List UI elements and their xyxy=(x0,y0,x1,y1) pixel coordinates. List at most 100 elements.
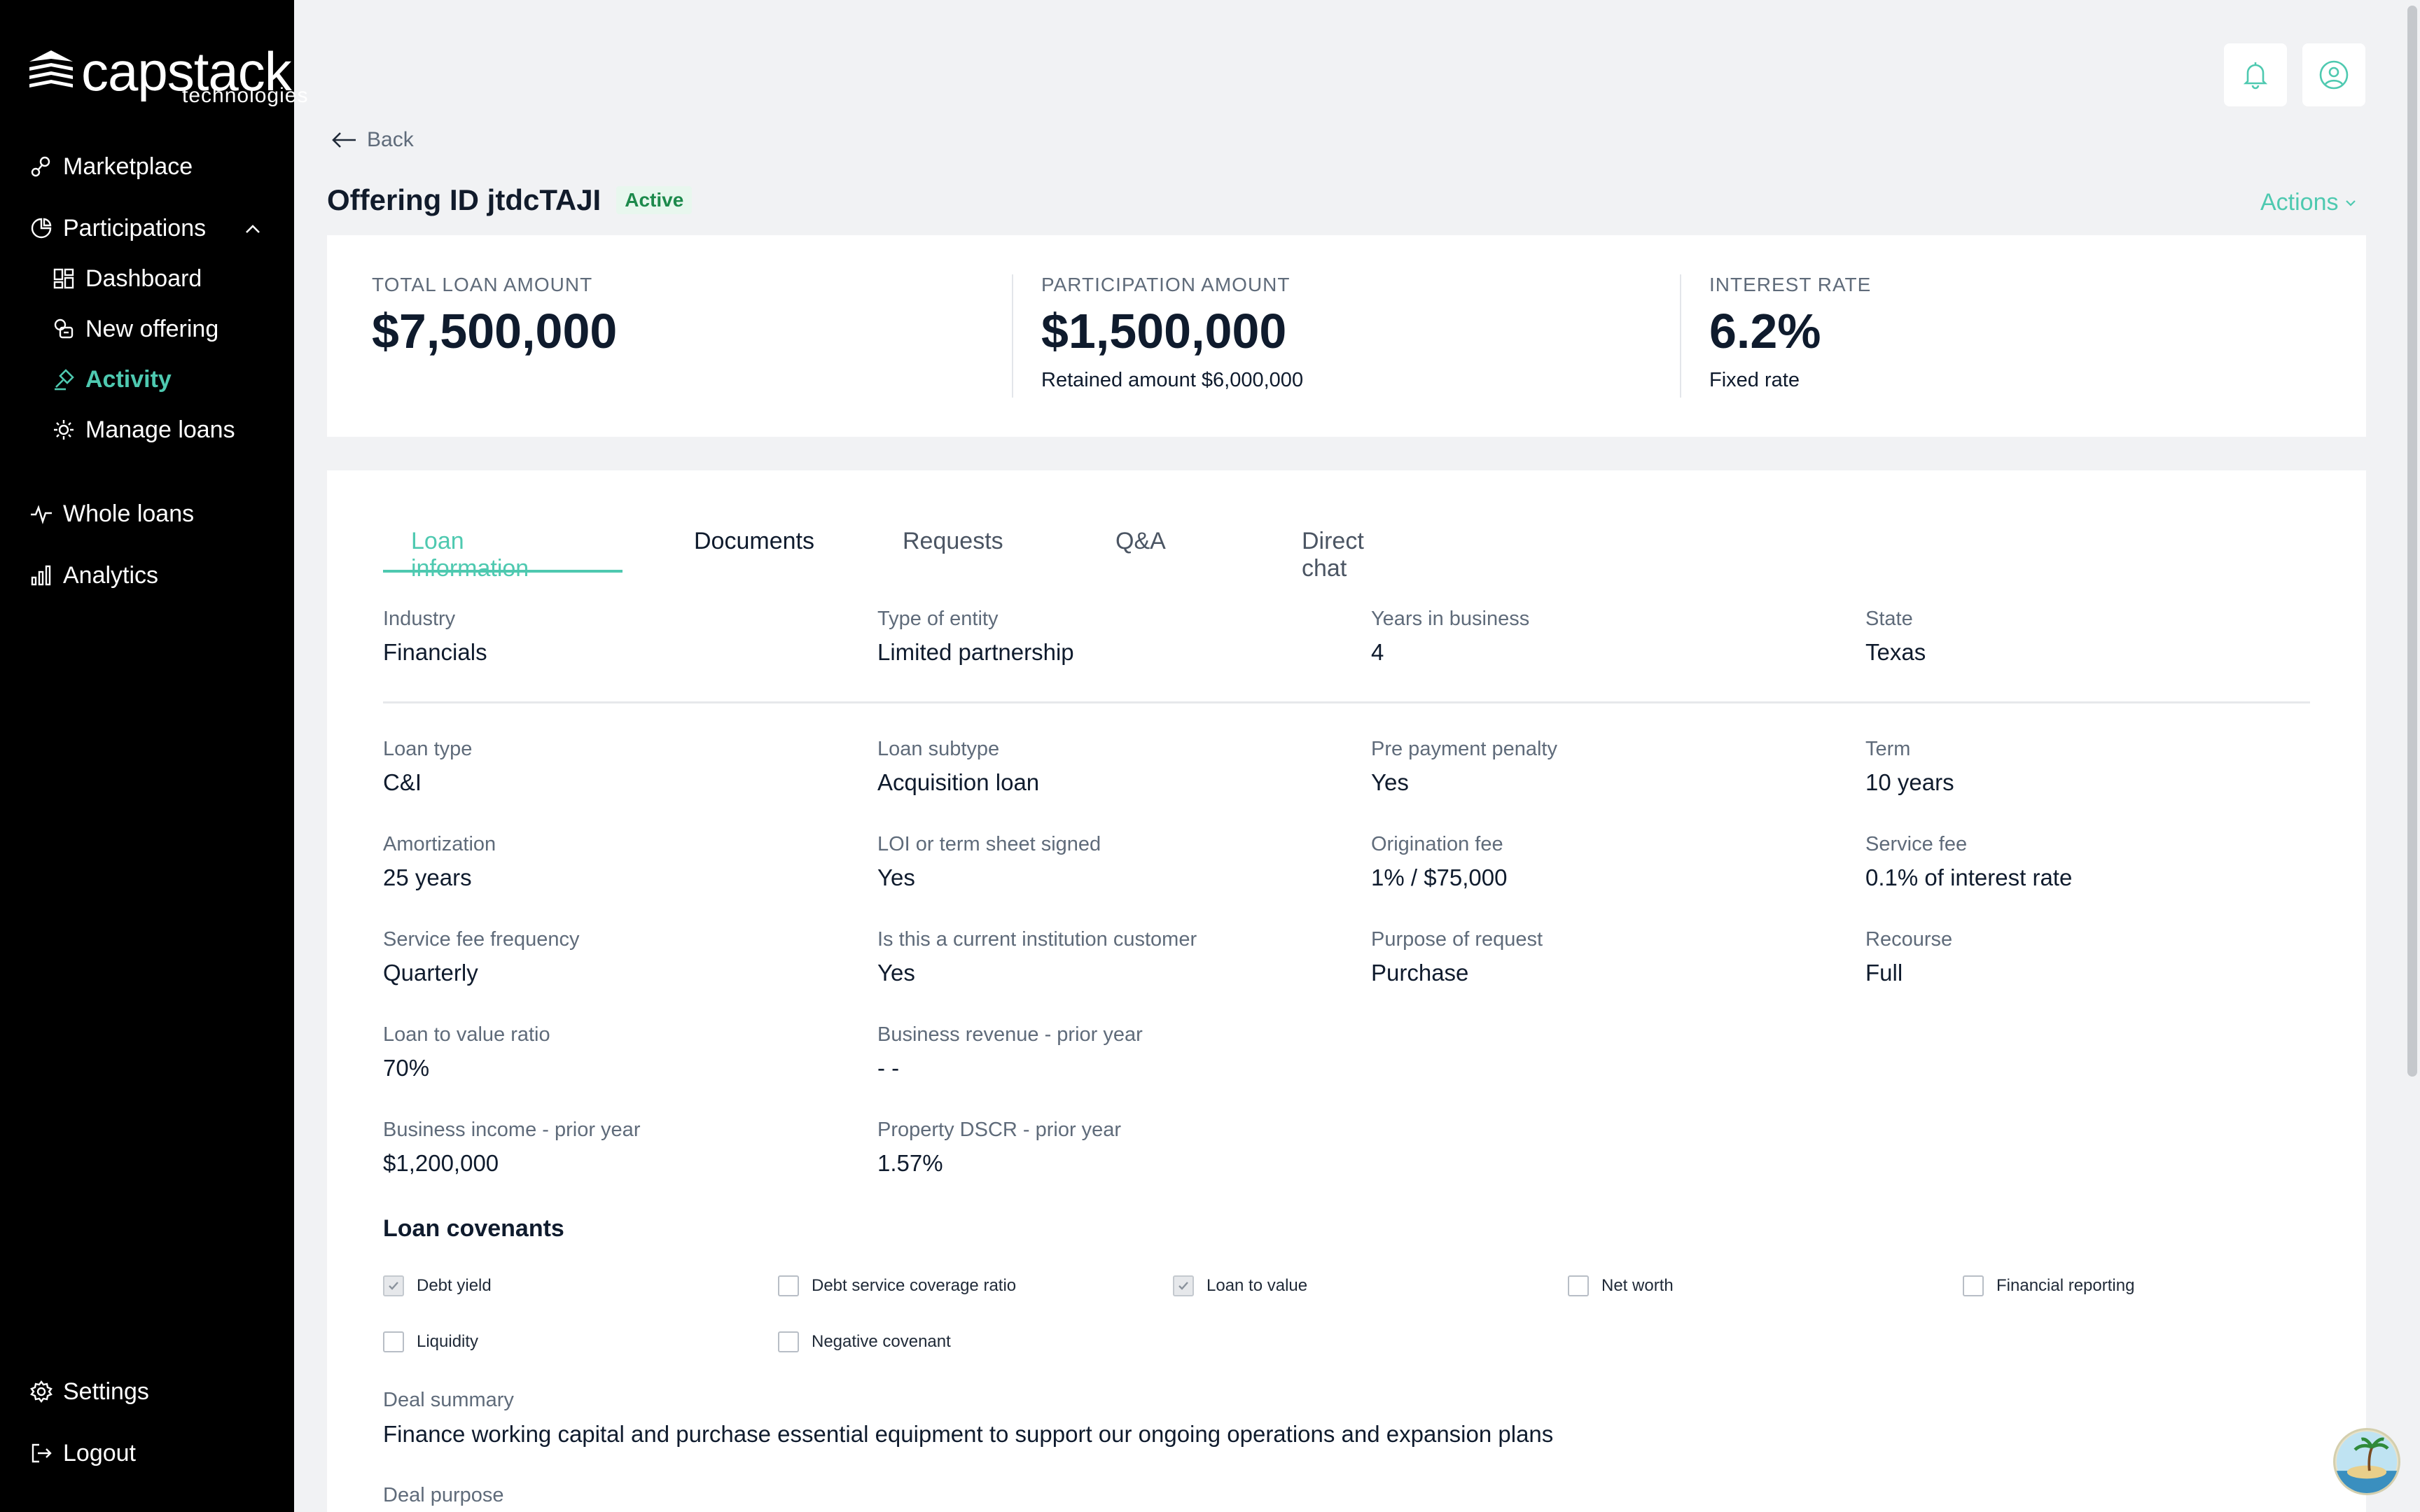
sidebar: capstack technologies Marketplace Partic… xyxy=(0,0,307,1512)
divider xyxy=(1680,274,1681,398)
brand-tagline: technologies xyxy=(182,84,309,107)
gear-icon xyxy=(29,1380,53,1404)
sidebar-item-settings[interactable]: Settings xyxy=(29,1371,149,1413)
tab-requests[interactable]: Requests xyxy=(903,522,1003,581)
pulse-icon xyxy=(29,502,53,526)
actions-label: Actions xyxy=(2260,189,2339,216)
sidebar-item-label: Marketplace xyxy=(63,153,193,180)
stat-label: INTEREST RATE xyxy=(1709,274,1872,295)
capstack-logo[interactable]: capstack technologies xyxy=(27,42,307,112)
page-title: Offering ID jtdcTAJI xyxy=(327,183,601,216)
covenant-dscr[interactable]: Debt service coverage ratio xyxy=(778,1275,1016,1296)
field-amortization: Amortization 25 years xyxy=(383,833,496,891)
checkbox[interactable] xyxy=(778,1331,799,1352)
back-label: Back xyxy=(367,128,414,151)
sidebar-item-new-offering[interactable]: New offering xyxy=(52,308,218,350)
field-value: 1% / $75,000 xyxy=(1371,864,1508,890)
sidebar-item-logout[interactable]: Logout xyxy=(29,1432,136,1474)
tab-direct-chat[interactable]: Direct chat xyxy=(1302,522,1364,582)
field-value: 70% xyxy=(383,1055,430,1081)
checkbox[interactable] xyxy=(1568,1275,1589,1296)
field-type-of-entity: Type of entity Limited partnership xyxy=(877,608,1074,666)
checkbox[interactable] xyxy=(383,1275,404,1296)
covenant-label: Liquidity xyxy=(417,1332,479,1351)
covenant-negative[interactable]: Negative covenant xyxy=(778,1331,951,1352)
deal-summary-value: Finance working capital and purchase ess… xyxy=(383,1421,1554,1447)
notifications-button[interactable] xyxy=(2224,43,2287,106)
field-value: 25 years xyxy=(383,864,472,890)
covenant-loan-to-value[interactable]: Loan to value xyxy=(1173,1275,1307,1296)
back-link[interactable]: Back xyxy=(331,125,414,155)
sidebar-item-participations[interactable]: Participations xyxy=(29,207,206,249)
sidebar-item-label: New offering xyxy=(85,315,219,342)
stat-sub: Fixed rate xyxy=(1709,369,1800,391)
field-value: Yes xyxy=(877,960,915,986)
field-value: 4 xyxy=(1371,639,1384,665)
checkbox[interactable] xyxy=(1963,1275,1984,1296)
stat-label: PARTICIPATION AMOUNT xyxy=(1041,274,1291,295)
participation-amount: PARTICIPATION AMOUNT $1,500,000 Retained… xyxy=(1041,274,1303,392)
check-icon xyxy=(389,1282,398,1290)
field-value: 10 years xyxy=(1865,769,1954,795)
sidebar-item-whole-loans[interactable]: Whole loans xyxy=(29,493,194,535)
covenant-financial-reporting[interactable]: Financial reporting xyxy=(1963,1275,2134,1296)
field-label: Is this a current institution customer xyxy=(877,928,1197,951)
status-badge: Active xyxy=(616,186,693,214)
logout-icon xyxy=(29,1441,53,1465)
sidebar-item-analytics[interactable]: Analytics xyxy=(29,554,158,596)
field-service-fee-frequency: Service fee frequency Quarterly xyxy=(383,928,579,986)
tab-qa[interactable]: Q&A xyxy=(1115,522,1166,581)
sidebar-item-label: Whole loans xyxy=(63,500,195,527)
sidebar-item-dashboard[interactable]: Dashboard xyxy=(52,258,202,300)
active-tab-indicator xyxy=(383,570,623,573)
scrollbar-thumb[interactable] xyxy=(2407,6,2417,1077)
covenant-label: Debt yield xyxy=(417,1276,492,1295)
field-label: Service fee frequency xyxy=(383,928,580,951)
field-label: Years in business xyxy=(1371,608,1530,630)
field-recourse: Recourse Full xyxy=(1865,928,1952,986)
field-industry: Industry Financials xyxy=(383,608,487,666)
field-value: Financials xyxy=(383,639,487,665)
checkbox[interactable] xyxy=(778,1275,799,1296)
deal-purpose-label: Deal purpose xyxy=(383,1484,504,1506)
sidebar-item-label: Activity xyxy=(85,365,172,393)
tab-documents[interactable]: Documents xyxy=(694,522,814,581)
divider xyxy=(1012,274,1013,398)
interest-rate: INTEREST RATE 6.2% Fixed rate xyxy=(1709,274,1871,392)
profile-button[interactable] xyxy=(2302,43,2365,106)
sidebar-item-marketplace[interactable]: Marketplace xyxy=(29,146,193,188)
arrow-left-icon xyxy=(332,132,356,148)
scrollbar[interactable] xyxy=(2405,0,2420,1512)
covenant-net-worth[interactable]: Net worth xyxy=(1568,1275,1674,1296)
field-label: LOI or term sheet signed xyxy=(877,833,1101,855)
checkbox[interactable] xyxy=(1173,1275,1194,1296)
sidebar-item-activity[interactable]: Activity xyxy=(52,358,172,400)
bell-icon xyxy=(2243,62,2268,90)
field-origination-fee: Origination fee 1% / $75,000 xyxy=(1371,833,1508,891)
help-chat-button[interactable] xyxy=(2333,1428,2400,1495)
covenant-liquidity[interactable]: Liquidity xyxy=(383,1331,478,1352)
field-value: Purchase xyxy=(1371,960,1469,986)
check-icon xyxy=(1178,1282,1188,1290)
field-years-in-business: Years in business 4 xyxy=(1371,608,1529,666)
field-value: Yes xyxy=(877,864,915,890)
covenant-debt-yield[interactable]: Debt yield xyxy=(383,1275,492,1296)
marketplace-icon xyxy=(29,155,53,178)
sidebar-item-manage-loans[interactable]: Manage loans xyxy=(52,409,235,451)
field-value: C&I xyxy=(383,769,422,795)
covenant-label: Loan to value xyxy=(1206,1276,1308,1295)
actions-dropdown[interactable]: Actions xyxy=(2260,189,2358,216)
field-value: Acquisition loan xyxy=(877,769,1040,795)
checkbox[interactable] xyxy=(383,1331,404,1352)
field-purpose-of-request: Purpose of request Purchase xyxy=(1371,928,1543,986)
field-label: Type of entity xyxy=(877,608,999,630)
field-value: Full xyxy=(1865,960,1903,986)
dashboard-icon xyxy=(52,267,76,290)
field-label: Recourse xyxy=(1865,928,1953,951)
field-label: Pre payment penalty xyxy=(1371,738,1557,760)
new-offering-icon xyxy=(52,317,76,341)
chevron-up-icon[interactable] xyxy=(241,217,265,241)
loan-summary-card: TOTAL LOAN AMOUNT $7,500,000 PARTICIPATI… xyxy=(327,235,2366,437)
field-value: 1.57% xyxy=(877,1150,943,1176)
loan-covenants-title: Loan covenants xyxy=(383,1215,564,1242)
